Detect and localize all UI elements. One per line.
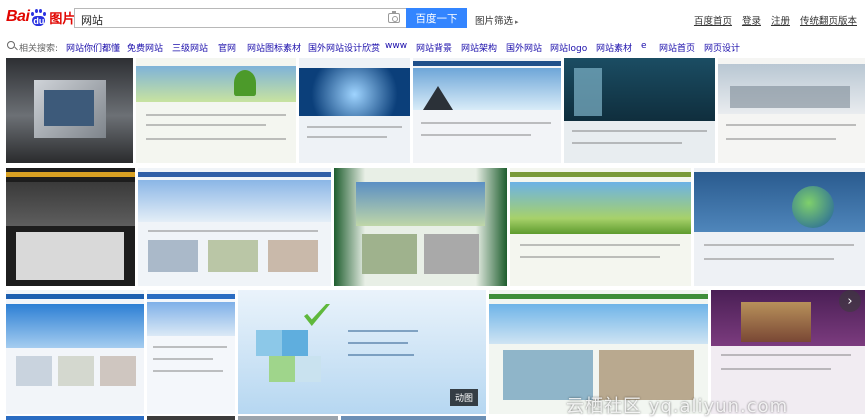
related-search-item[interactable]: 网站架构 [461, 41, 497, 54]
baidu-image-logo[interactable]: Bai du 图片 [6, 6, 75, 28]
search-query-text: 网站 [81, 14, 103, 27]
related-search-item[interactable]: 网站你们都懂 [66, 41, 120, 54]
image-result-tile[interactable] [718, 58, 865, 163]
header-bar: Bai du 图片 网站 百度一下 图片筛选 ▸ 百度首页 登录 注册 传统翻页版… [0, 0, 865, 36]
image-result-tile[interactable] [6, 290, 144, 414]
image-result-tile[interactable] [694, 168, 865, 286]
related-searches-label: 相关搜索: [19, 44, 59, 54]
image-result-tile[interactable] [147, 416, 235, 420]
image-result-tile[interactable] [147, 290, 235, 414]
related-search-item[interactable]: 网站素材 [596, 41, 632, 54]
search-input[interactable]: 网站 [74, 8, 406, 28]
image-result-tile[interactable] [510, 168, 691, 286]
image-result-tile[interactable] [6, 416, 144, 420]
next-page-chevron-icon[interactable]: › [839, 290, 861, 312]
classic-pagination-link[interactable]: 传统翻页版本 [800, 13, 857, 27]
related-searches-bar: 相关搜索: 网站你们都懂 免费网站 三级网站 官网 网站图标素材 国外网站设计欣… [0, 36, 865, 56]
watermark: 云栖社区 yq.aliyun.com [566, 396, 789, 417]
related-search-item[interactable]: 网站logo [550, 41, 587, 54]
image-result-tile[interactable] [564, 58, 715, 163]
logo-text-images: 图片 [49, 11, 76, 27]
image-result-tile[interactable] [413, 58, 561, 163]
search-button[interactable]: 百度一下 [406, 8, 467, 28]
image-result-tile[interactable] [334, 168, 507, 286]
related-search-item[interactable]: 网站背景 [416, 41, 452, 54]
related-search-item[interactable]: e [641, 41, 647, 51]
baidu-home-link[interactable]: 百度首页 [694, 13, 732, 27]
image-result-tile[interactable] [6, 58, 133, 163]
related-search-item[interactable]: 三级网站 [172, 41, 208, 54]
image-result-tile[interactable] [299, 58, 410, 163]
related-search-item[interactable]: 官网 [218, 41, 236, 54]
logo-text-bai: Bai [6, 8, 30, 25]
image-filter-link[interactable]: 图片筛选 ▸ [475, 13, 519, 27]
image-result-tile[interactable] [341, 416, 486, 420]
logo-text-du: du [32, 15, 46, 26]
related-search-item[interactable]: 网页设计 [704, 41, 740, 54]
related-search-item[interactable]: 国外网站设计欣赏 [308, 41, 380, 54]
image-results-grid: 动图 [0, 58, 865, 420]
related-search-item[interactable]: 国外网站 [506, 41, 542, 54]
animated-gif-badge: 动图 [449, 389, 478, 406]
login-link[interactable]: 登录 [742, 13, 761, 27]
related-search-item[interactable]: 网站图标素材 [247, 41, 301, 54]
image-result-tile[interactable] [138, 168, 331, 286]
chevron-right-icon: ▸ [515, 18, 519, 26]
related-search-item[interactable]: www [385, 41, 407, 51]
register-link[interactable]: 注册 [771, 13, 790, 27]
related-search-item[interactable]: 免费网站 [127, 41, 163, 54]
top-links: 百度首页 登录 注册 传统翻页版本 [694, 13, 857, 27]
search-icon [7, 41, 15, 49]
image-result-tile[interactable]: 动图 [238, 290, 486, 414]
image-result-tile[interactable] [238, 416, 338, 420]
paw-icon: du [30, 8, 47, 26]
image-filter-label: 图片筛选 [475, 16, 514, 27]
image-result-tile[interactable] [6, 168, 135, 286]
camera-icon[interactable] [388, 11, 400, 23]
image-result-tile[interactable] [136, 58, 296, 163]
related-search-item[interactable]: 网站首页 [659, 41, 695, 54]
